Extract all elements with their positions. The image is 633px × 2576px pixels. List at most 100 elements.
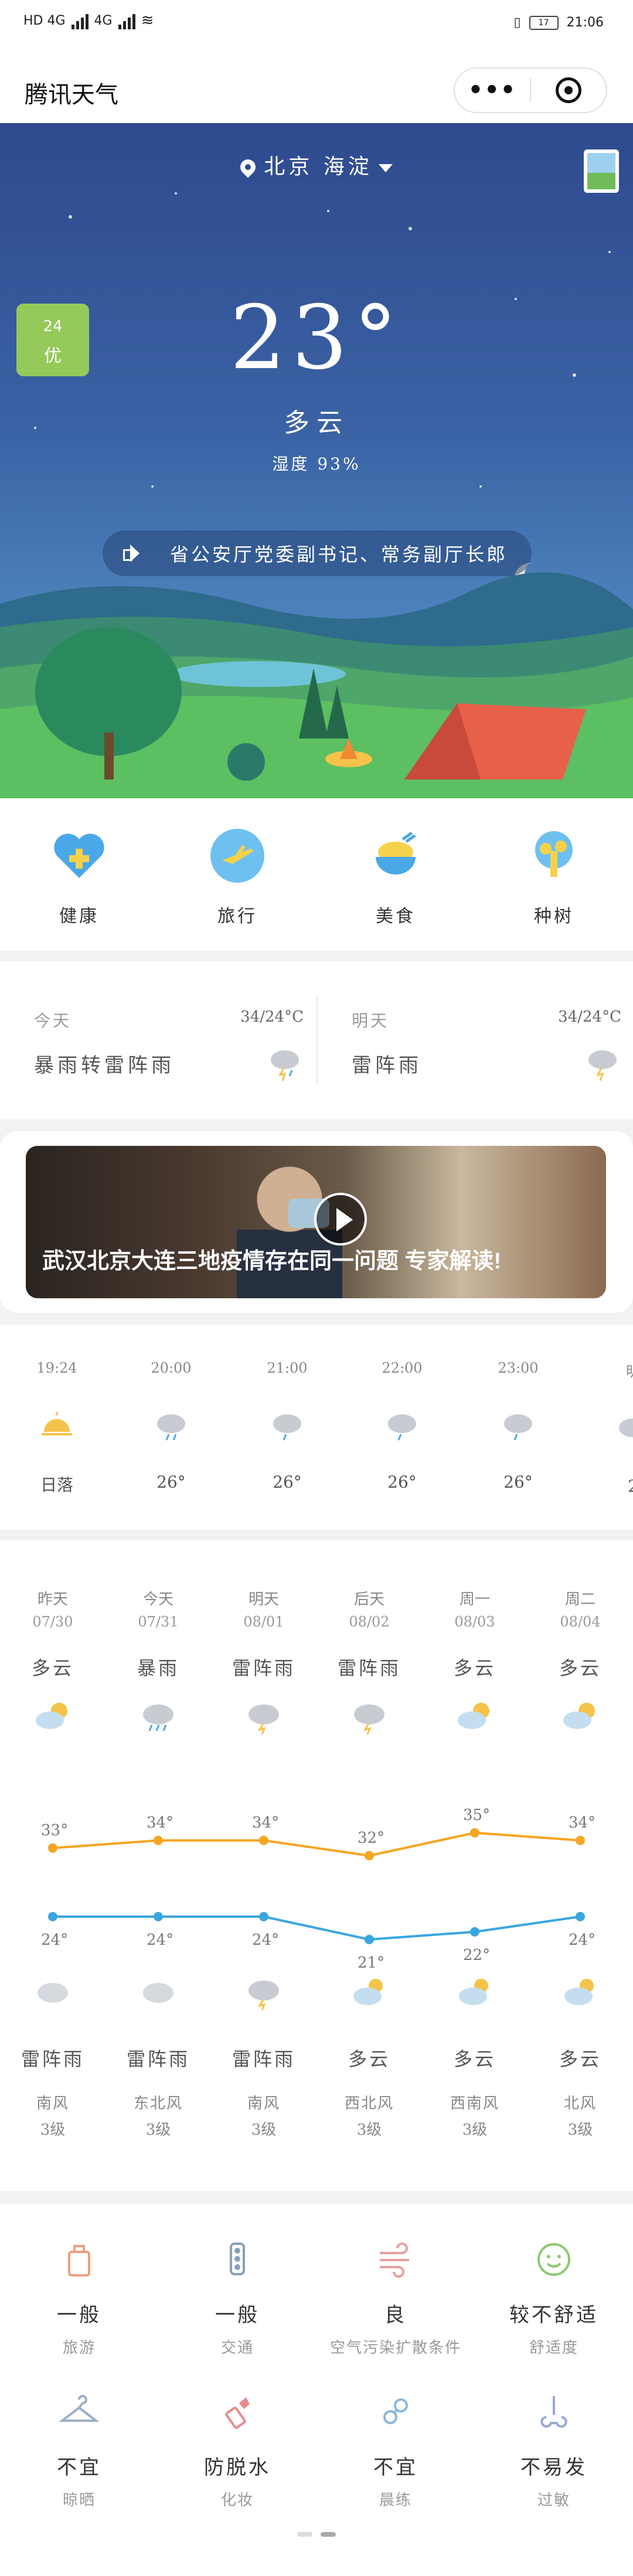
life-index-value: 不易发 bbox=[520, 2456, 587, 2479]
category-health[interactable]: 健康 bbox=[21, 828, 138, 951]
forecast-day-column[interactable]: 后天 08/02 雷阵雨 多云 西北风 3级 bbox=[316, 1540, 422, 2191]
partly-cloudy-icon bbox=[36, 1703, 67, 1729]
life-index-item[interactable]: 不易发 过敏 bbox=[475, 2391, 633, 2510]
hour-value: 26° bbox=[387, 1472, 417, 1492]
life-index-item[interactable]: 一般 旅游 bbox=[0, 2239, 158, 2357]
forecast-wind: 南风 bbox=[247, 2095, 280, 2112]
play-icon[interactable] bbox=[314, 1193, 367, 1246]
forecast-wind-level: 3级 bbox=[40, 2121, 66, 2139]
hour-value: 26° bbox=[156, 1472, 186, 1492]
forecast-night-condition: 雷阵雨 bbox=[126, 2048, 190, 2070]
hour-value: 26° bbox=[503, 1472, 533, 1492]
page-indicator bbox=[0, 2532, 633, 2537]
forecast-wind-level: 3级 bbox=[462, 2121, 488, 2139]
tree-icon bbox=[535, 831, 573, 877]
thunder-rain-icon bbox=[249, 1981, 279, 2011]
system-indicators: ▯ 17 21:06 bbox=[513, 15, 604, 30]
forecast-day-condition: 多云 bbox=[559, 1657, 601, 1679]
news-card-container: 武汉北京大连三地疫情存在同一问题 专家解读! bbox=[0, 1131, 633, 1313]
cloud-icon bbox=[38, 1983, 68, 2003]
forecast-wind: 南风 bbox=[36, 2095, 69, 2112]
life-index-item[interactable]: 不宜 晨练 bbox=[316, 2391, 475, 2510]
network-indicators: HD 4G 4G ≋ bbox=[23, 12, 154, 29]
forecast-wind-level: 3级 bbox=[567, 2121, 593, 2139]
forecast-wind-level: 3级 bbox=[145, 2121, 171, 2139]
temp-range: 34/24°C bbox=[558, 1008, 621, 1026]
life-index-value: 防脱水 bbox=[204, 2456, 271, 2479]
category-travel[interactable]: 旅行 bbox=[179, 828, 296, 951]
status-bar: HD 4G 4G ≋ ▯ 17 21:06 bbox=[0, 0, 633, 56]
avatar[interactable] bbox=[584, 149, 619, 193]
category-row: 健康 旅行 美食 种树 bbox=[0, 798, 633, 951]
forecast-day-label: 明天 bbox=[248, 1591, 279, 1608]
forecast-day-condition: 多云 bbox=[31, 1657, 74, 1679]
hour-time: 23:00 bbox=[498, 1360, 539, 1376]
news-video-card[interactable]: 武汉北京大连三地疫情存在同一问题 专家解读! bbox=[26, 1146, 606, 1298]
hour-value: 2 bbox=[628, 1476, 633, 1496]
tomorrow-summary[interactable]: 明天 34/24°C 雷阵雨 bbox=[352, 1008, 621, 1096]
traffic-light-icon bbox=[230, 2242, 245, 2275]
forecast-day-column[interactable]: 今天 07/31 暴雨 雷阵雨 东北风 3级 bbox=[106, 1540, 211, 2191]
title-bar: 腾讯天气 ••• bbox=[0, 56, 633, 123]
forecast-day-label: 后天 bbox=[353, 1591, 384, 1608]
airplane-icon bbox=[210, 829, 264, 883]
forecast-wind: 西南风 bbox=[450, 2095, 499, 2112]
category-label: 健康 bbox=[59, 906, 99, 927]
forecast-wind: 西北风 bbox=[344, 2095, 394, 2112]
forecast-day-label: 周二 bbox=[564, 1591, 595, 1608]
moon-cloud-icon bbox=[459, 1979, 488, 2005]
heart-plus-icon bbox=[54, 833, 104, 878]
news-ticker[interactable]: 省公安厅党委副书记、常务副厅长郎 bbox=[103, 530, 532, 576]
forecast-wind-level: 3级 bbox=[251, 2121, 277, 2139]
hour-item: 19:24 日落 bbox=[16, 1360, 98, 1496]
life-index-item[interactable]: 防脱水 化妆 bbox=[158, 2391, 316, 2510]
partly-cloudy-icon bbox=[458, 1703, 489, 1729]
hour-value: 26° bbox=[273, 1472, 302, 1492]
cloud-icon bbox=[143, 1983, 173, 2003]
weekly-forecast[interactable]: 33° 34° 34° 32° 35° 34° 24° 24° 24° 21° 22° 24° 昨天 0… bbox=[0, 1540, 633, 2191]
forecast-day-condition: 雷阵雨 bbox=[337, 1657, 401, 1679]
life-index-item[interactable]: 不宜 晾晒 bbox=[0, 2391, 158, 2510]
more-button[interactable]: ••• bbox=[455, 73, 530, 108]
life-index-item[interactable]: 较不舒适 舒适度 bbox=[475, 2239, 633, 2357]
app-title: 腾讯天气 bbox=[25, 81, 118, 108]
life-index-key: 晾晒 bbox=[62, 2492, 96, 2509]
rain-cloud-icon bbox=[157, 1414, 185, 1441]
miniprogram-capsule: ••• bbox=[454, 67, 607, 113]
forecast-night-condition: 雷阵雨 bbox=[21, 2048, 84, 2070]
close-button[interactable] bbox=[531, 77, 606, 103]
lipstick-icon bbox=[225, 2397, 250, 2429]
location-selector[interactable]: 北京 海淀 bbox=[0, 149, 633, 180]
current-weather-hero: 北京 海淀 24 优 23° 多云 湿度 93% 省公安厅党委副书记、常务副厅长… bbox=[0, 123, 633, 798]
forecast-date: 07/30 bbox=[32, 1614, 73, 1630]
forecast-day-column[interactable]: 昨天 07/30 多云 雷阵雨 南风 3级 bbox=[0, 1540, 106, 2191]
hour-time: 19:24 bbox=[36, 1360, 77, 1376]
today-summary[interactable]: 今天 34/24°C 暴雨转雷阵雨 bbox=[34, 1008, 304, 1096]
category-food[interactable]: 美食 bbox=[337, 828, 454, 951]
forecast-night-condition: 多云 bbox=[453, 2048, 496, 2070]
forecast-wind: 北风 bbox=[563, 2095, 597, 2112]
forecast-day-column[interactable]: 明天 08/01 雷阵雨 雷阵雨 南风 3级 bbox=[211, 1540, 316, 2191]
thunder-rain-icon bbox=[354, 1704, 384, 1735]
nose-icon bbox=[540, 2396, 567, 2428]
wind-icon bbox=[380, 2242, 409, 2278]
signal-icon-2 bbox=[118, 12, 135, 29]
life-index-item[interactable]: 良空气污染扩散条件 bbox=[316, 2239, 475, 2357]
humidity-text: 湿度 93% bbox=[272, 454, 361, 474]
life-index-value: 不宜 bbox=[57, 2456, 101, 2479]
hour-time: 明 bbox=[592, 1360, 633, 1380]
hourly-forecast[interactable]: 19:24 日落 20:00 26° 21:00 26° 22:00 26° 2… bbox=[0, 1325, 633, 1530]
category-label: 种树 bbox=[534, 906, 574, 927]
forecast-day-label: 周一 bbox=[459, 1591, 490, 1608]
forecast-day-column[interactable]: 周一 08/03 多云 多云 西南风 3级 bbox=[422, 1540, 528, 2191]
forecast-day-condition: 雷阵雨 bbox=[232, 1657, 295, 1679]
life-index-item[interactable]: 一般 交通 bbox=[158, 2239, 316, 2357]
page-dot-active bbox=[321, 2532, 336, 2537]
day-condition: 雷阵雨 bbox=[352, 1054, 422, 1077]
forecast-day-column[interactable]: 周二 08/04 多云 多云 北风 3级 bbox=[528, 1540, 633, 2191]
heavy-rain-icon bbox=[143, 1704, 173, 1731]
forecast-night-condition: 多云 bbox=[348, 2048, 390, 2070]
category-tree[interactable]: 种树 bbox=[495, 828, 612, 951]
dumbbell-icon bbox=[383, 2398, 408, 2424]
life-index-value: 较不舒适 bbox=[509, 2303, 598, 2327]
